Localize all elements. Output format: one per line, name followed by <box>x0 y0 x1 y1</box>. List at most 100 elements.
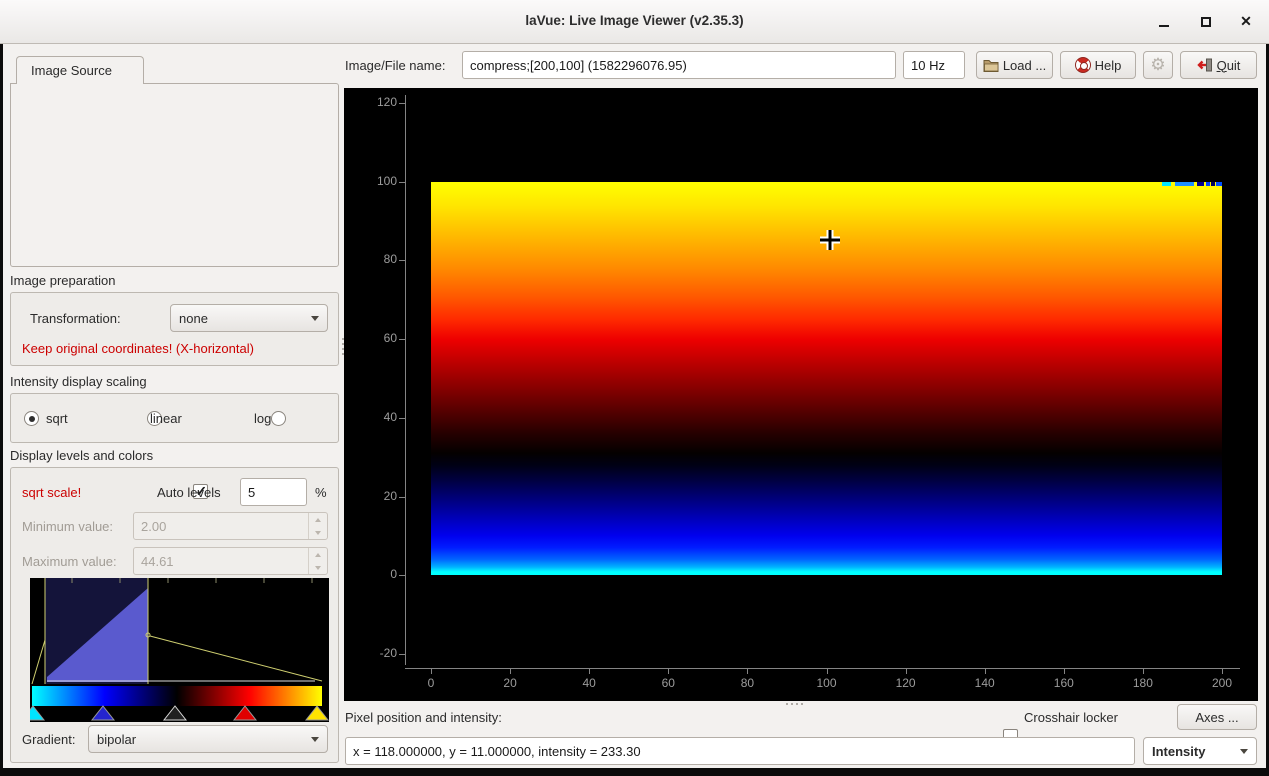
gradient-select[interactable]: bipolar <box>88 725 328 753</box>
y-axis-tick <box>399 575 405 576</box>
help-lifebuoy-icon <box>1075 57 1091 73</box>
gradient-value: bipolar <box>97 732 136 747</box>
load-button[interactable]: Load ... <box>976 51 1053 79</box>
maximize-icon <box>1201 17 1211 27</box>
y-tick-label: 60 <box>357 331 397 345</box>
radio-log-label: log <box>254 411 271 426</box>
image-artifact-strip <box>1162 182 1171 186</box>
spin-down-icon <box>309 561 327 574</box>
x-axis-tick <box>1222 668 1223 674</box>
transformation-label: Transformation: <box>30 311 121 326</box>
refresh-rate-input[interactable] <box>903 51 965 79</box>
x-tick-label: 80 <box>727 676 767 690</box>
coordinates-warning: Keep original coordinates! (X-horizontal… <box>22 341 254 356</box>
spin-up-icon <box>309 513 327 526</box>
y-axis-tick <box>399 103 405 104</box>
quit-button[interactable]: Quit <box>1180 51 1257 79</box>
minimize-button[interactable] <box>1155 14 1173 30</box>
quit-button-label: Quit <box>1217 58 1241 73</box>
x-axis-tick <box>589 668 590 674</box>
minimum-spinbox: 2.00 <box>133 512 328 540</box>
window-title: laVue: Live Image Viewer (v2.35.3) <box>0 13 1269 28</box>
x-axis-tick <box>906 668 907 674</box>
image-artifact-strip <box>1175 182 1194 186</box>
x-tick-label: 140 <box>965 676 1005 690</box>
filename-input[interactable] <box>462 51 896 79</box>
maximum-spin-buttons <box>308 548 327 574</box>
y-tick-label: 120 <box>357 95 397 109</box>
chevron-down-icon <box>311 737 319 742</box>
scale-warning: sqrt scale! <box>22 485 81 500</box>
quit-exit-icon <box>1197 57 1213 73</box>
crosshair-marker-icon <box>817 227 843 253</box>
chevron-down-icon <box>1240 749 1248 754</box>
image-preparation-title: Image preparation <box>10 273 116 288</box>
pixel-position-label: Pixel position and intensity: <box>345 710 502 725</box>
filename-label: Image/File name: <box>345 58 445 73</box>
image-artifact-strip <box>1206 182 1210 186</box>
y-axis-tick <box>399 418 405 419</box>
y-axis-tick <box>399 654 405 655</box>
x-tick-label: 160 <box>1044 676 1084 690</box>
percent-label: % <box>315 485 327 500</box>
x-axis-tick <box>985 668 986 674</box>
folder-icon <box>983 58 999 72</box>
display-mode-value: Intensity <box>1152 744 1205 759</box>
x-axis-tick <box>1064 668 1065 674</box>
settings-button[interactable] <box>1143 51 1173 79</box>
radio-linear-label: linear <box>150 411 182 426</box>
image-artifact-strip <box>1211 182 1215 186</box>
minimum-spin-buttons <box>308 513 327 539</box>
spin-down-icon <box>309 526 327 539</box>
titlebar: laVue: Live Image Viewer (v2.35.3) <box>0 0 1269 44</box>
crosshair-locker-label: Crosshair locker <box>1024 710 1118 725</box>
tab-image-source[interactable]: Image Source <box>16 56 144 84</box>
y-tick-label: 40 <box>357 410 397 424</box>
y-axis-line <box>405 95 406 665</box>
auto-levels-label: Auto levels <box>157 485 221 500</box>
transformation-select[interactable]: none <box>170 304 328 332</box>
y-axis-tick <box>399 260 405 261</box>
maximum-label: Maximum value: <box>22 554 117 569</box>
x-tick-label: 0 <box>411 676 451 690</box>
x-axis-tick <box>431 668 432 674</box>
x-tick-label: 100 <box>807 676 847 690</box>
y-tick-label: 80 <box>357 252 397 266</box>
maximum-value: 44.61 <box>134 554 308 569</box>
close-button[interactable] <box>1237 14 1255 30</box>
y-axis-tick <box>399 339 405 340</box>
app-window: laVue: Live Image Viewer (v2.35.3) Image… <box>0 0 1269 776</box>
x-tick-label: 60 <box>648 676 688 690</box>
y-axis-tick <box>399 182 405 183</box>
image-artifact-strip <box>1216 182 1222 186</box>
display-mode-select[interactable]: Intensity <box>1143 737 1257 765</box>
radio-log[interactable] <box>271 411 286 426</box>
auto-levels-input[interactable] <box>240 478 307 506</box>
x-axis-line <box>405 668 1240 669</box>
transformation-value: none <box>179 311 208 326</box>
x-tick-label: 200 <box>1202 676 1242 690</box>
y-tick-label: -20 <box>357 646 397 660</box>
minimum-value: 2.00 <box>134 519 308 534</box>
pixel-readout-field[interactable] <box>345 737 1135 765</box>
x-axis-tick <box>827 668 828 674</box>
histogram-levels-widget[interactable] <box>30 578 329 722</box>
y-tick-label: 100 <box>357 174 397 188</box>
image-artifact-strip <box>1197 182 1204 186</box>
x-axis-tick <box>1143 668 1144 674</box>
radio-sqrt-label: sqrt <box>46 411 68 426</box>
x-tick-label: 20 <box>490 676 530 690</box>
image-plot-area[interactable]: 120 100 80 60 40 20 0 -20 0 20 40 60 80 … <box>344 88 1258 701</box>
axes-button[interactable]: Axes ... <box>1177 704 1257 730</box>
y-tick-label: 20 <box>357 489 397 503</box>
x-tick-label: 40 <box>569 676 609 690</box>
x-axis-tick <box>668 668 669 674</box>
image-source-pane <box>10 83 339 267</box>
display-levels-title: Display levels and colors <box>10 448 153 463</box>
radio-sqrt[interactable] <box>24 411 39 426</box>
maximize-button[interactable] <box>1197 14 1215 30</box>
x-axis-tick <box>510 668 511 674</box>
x-tick-label: 180 <box>1123 676 1163 690</box>
help-button[interactable]: Help <box>1060 51 1136 79</box>
x-tick-label: 120 <box>886 676 926 690</box>
